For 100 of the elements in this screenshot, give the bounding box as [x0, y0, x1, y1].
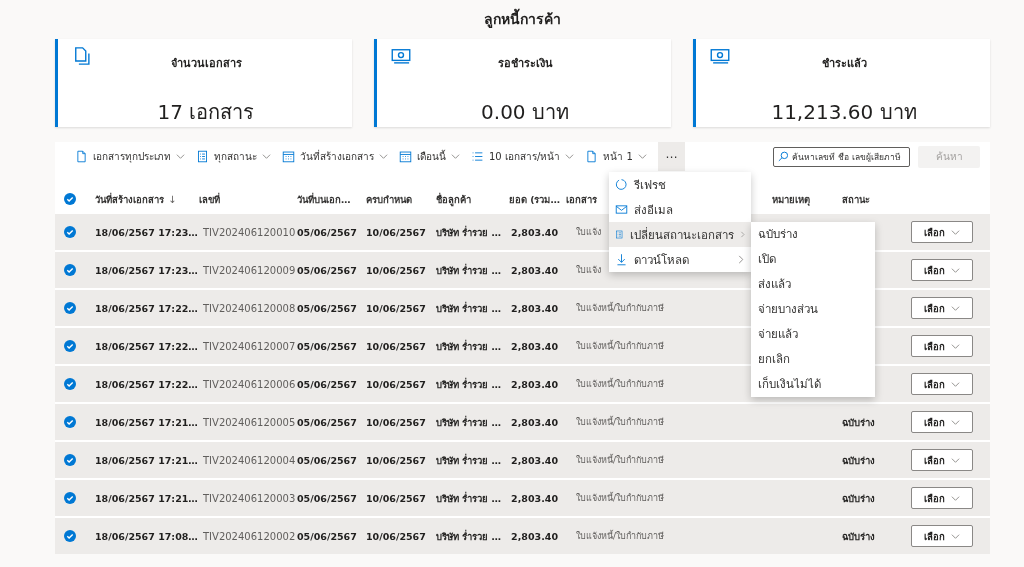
search-field[interactable]: ค้นหาเลขที่ ชื่อ เลขผู้เสียภาษี — [773, 146, 910, 167]
submenu-item[interactable]: จ่ายบางส่วน — [751, 297, 875, 322]
more-button[interactable]: ⋯ — [657, 142, 685, 171]
select-dropdown[interactable]: เลือก — [911, 449, 973, 471]
filter-dropdown[interactable]: เอกสารทุกประเภท — [75, 142, 185, 171]
chevron-down-icon — [951, 417, 960, 427]
filter-dropdown[interactable]: วันที่สร้างเอกสาร — [282, 142, 388, 171]
chevron-down-icon — [951, 455, 960, 465]
submenu-item[interactable]: ยกเลิก — [751, 347, 875, 372]
chevron-down-icon — [951, 531, 960, 541]
table-cell: 05/06/2567 — [297, 264, 357, 276]
checked-circle-icon[interactable] — [64, 416, 76, 428]
column-header[interactable]: วันที่บนเอก… — [297, 191, 351, 207]
table-cell: 10/06/2567 — [366, 340, 426, 352]
checked-circle-icon[interactable] — [64, 530, 76, 542]
table-cell: ใบแจ้งหนี้/ใบกำกับภาษี — [576, 341, 665, 351]
table-cell: ใบแจ้งหนี้/ใบกำกับภาษี — [576, 417, 665, 427]
column-header[interactable]: ยอด (รวม… — [508, 191, 560, 207]
table-cell: ฉบับร่าง — [842, 530, 875, 542]
table-cell: บริษัท ร่ำรวย … — [436, 492, 502, 504]
card-value: 11,213.60 บาท — [770, 99, 918, 126]
chevron-down-icon — [951, 265, 960, 275]
table-cell: บริษัท ร่ำรวย … — [436, 530, 502, 542]
submenu-item[interactable]: เก็บเงินไม่ได้ — [751, 372, 875, 397]
checked-circle-icon[interactable] — [64, 302, 76, 314]
card-value: 17 เอกสาร — [156, 99, 256, 126]
column-header[interactable]: ชื่อลูกค้า — [436, 191, 471, 207]
table-cell: TIV202406120003 — [203, 492, 296, 504]
chevron-down-icon — [565, 152, 575, 161]
column-header[interactable]: สถานะ — [842, 191, 870, 207]
column-header[interactable]: เอกสาร — [566, 191, 597, 207]
calendar-icon — [399, 150, 412, 163]
table-cell: 18/06/2567 17:21… — [95, 454, 198, 466]
table-cell: 2,803.40 — [511, 340, 558, 352]
table-cell: 18/06/2567 17:23… — [95, 264, 198, 276]
document-icon — [75, 150, 88, 163]
chevron-down-icon — [262, 152, 271, 161]
select-dropdown[interactable]: เลือก — [911, 221, 973, 243]
mail-icon — [615, 203, 628, 216]
select-dropdown[interactable]: เลือก — [911, 297, 973, 319]
table-cell: 05/06/2567 — [297, 378, 357, 390]
select-dropdown[interactable]: เลือก — [911, 373, 973, 395]
document-icon — [585, 150, 599, 163]
table-cell: TIV202406120010 — [203, 226, 296, 238]
sort-arrow-icon: ↓ — [168, 193, 177, 205]
column-header[interactable]: เลขที่ — [199, 191, 220, 207]
table-cell: ใบแจ้งหนี้/ใบกำกับภาษี — [576, 455, 665, 465]
menu-item[interactable]: ดาวน์โหลด — [609, 247, 751, 272]
table-cell: TIV202406120008 — [203, 302, 296, 314]
card-label: รอชำระเงิน — [496, 56, 554, 72]
checked-circle-icon[interactable] — [64, 378, 76, 390]
table-cell: ใบแจ้ง — [576, 265, 601, 275]
filter-dropdown[interactable]: ทุกสถานะ — [196, 142, 271, 171]
select-dropdown[interactable]: เลือก — [911, 525, 973, 547]
submenu-item[interactable]: ส่งแล้ว — [751, 272, 875, 297]
chevron-down-icon — [951, 341, 960, 351]
filter-dropdown[interactable]: เดือนนี้ — [399, 142, 460, 171]
menu-item[interactable]: รีเฟรช — [609, 172, 751, 197]
submenu-item[interactable]: ฉบับร่าง — [751, 222, 875, 247]
menu-item[interactable]: ส่งอีเมล — [609, 197, 751, 222]
table-cell: ใบแจ้งหนี้/ใบกำกับภาษี — [576, 379, 665, 389]
form-icon — [615, 228, 624, 241]
table-cell: บริษัท ร่ำรวย … — [436, 340, 502, 352]
table-cell: บริษัท ร่ำรวย … — [436, 416, 502, 428]
column-header[interactable]: วันที่สร้างเอกสาร — [95, 191, 164, 207]
table-cell: 18/06/2567 17:22… — [95, 340, 198, 352]
table-cell: 05/06/2567 — [297, 416, 357, 428]
refresh-icon — [615, 178, 628, 191]
table-cell: 10/06/2567 — [366, 264, 426, 276]
select-dropdown[interactable]: เลือก — [911, 335, 973, 357]
table-cell: 2,803.40 — [511, 416, 558, 428]
submenu-item[interactable]: เปิด — [751, 247, 875, 272]
table-cell: 2,803.40 — [511, 492, 558, 504]
checked-circle-icon[interactable] — [64, 340, 76, 352]
checked-circle-icon[interactable] — [64, 264, 76, 276]
card-label: ชำระแล้ว — [820, 56, 868, 72]
submenu-item[interactable]: จ่ายแล้ว — [751, 322, 875, 347]
checked-circle-icon[interactable] — [64, 226, 76, 238]
filter-dropdown[interactable]: 10 เอกสาร/หน้า — [471, 142, 575, 171]
checked-circle-icon[interactable] — [64, 193, 76, 205]
table-cell: 18/06/2567 17:22… — [95, 302, 198, 314]
table-cell: 05/06/2567 — [297, 492, 357, 504]
chevron-down-icon — [379, 152, 388, 161]
select-dropdown[interactable]: เลือก — [911, 259, 973, 281]
checked-circle-icon[interactable] — [64, 492, 76, 504]
table-cell: 2,803.40 — [511, 264, 558, 276]
table-cell: ใบแจ้งหนี้/ใบกำกับภาษี — [576, 531, 665, 541]
menu-item[interactable]: เปลี่ยนสถานะเอกสาร — [609, 222, 751, 247]
card-value: 0.00 บาท — [480, 99, 570, 126]
table-cell: 05/06/2567 — [297, 454, 357, 466]
column-header[interactable]: หมายเหตุ — [772, 191, 810, 207]
select-dropdown[interactable]: เลือก — [911, 411, 973, 433]
table-cell: 05/06/2567 — [297, 530, 357, 542]
table-cell: 2,803.40 — [511, 226, 558, 238]
column-header[interactable]: ครบกำหนด — [366, 191, 412, 207]
checked-circle-icon[interactable] — [64, 454, 76, 466]
select-dropdown[interactable]: เลือก — [911, 487, 973, 509]
calendar-icon — [282, 150, 295, 163]
filter-dropdown[interactable]: หน้า 1 — [585, 142, 647, 171]
table-cell: TIV202406120005 — [203, 416, 296, 428]
